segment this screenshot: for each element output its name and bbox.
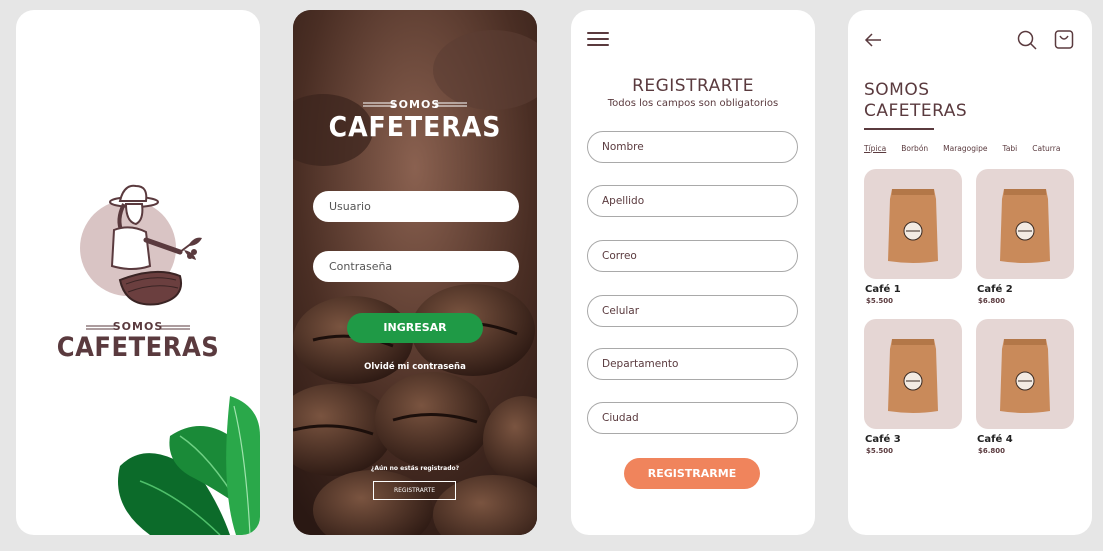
coffee-bag-image xyxy=(888,189,938,263)
product-price: $6.800 xyxy=(978,447,1006,455)
product-card[interactable] xyxy=(976,319,1074,429)
product-name: Café 4 xyxy=(977,434,1013,445)
catalog-title-line2: CAFETERAS xyxy=(864,101,968,121)
login-button[interactable]: INGRESAR xyxy=(347,313,483,343)
title-underline xyxy=(864,128,934,130)
forgot-password-link[interactable]: Olvidé mi contraseña xyxy=(293,362,537,372)
catalog-title: SOMOS CAFETERAS xyxy=(864,80,967,122)
departamento-field[interactable]: Departamento xyxy=(587,348,798,380)
hamburger-menu-icon[interactable] xyxy=(587,32,609,48)
tab-tipica[interactable]: Típica xyxy=(864,144,886,153)
coffee-bag-image xyxy=(888,339,938,413)
product-name: Café 1 xyxy=(865,284,901,295)
product-card[interactable] xyxy=(976,169,1074,279)
shopping-bag-icon[interactable] xyxy=(1054,28,1074,50)
product-price: $5.500 xyxy=(866,447,894,455)
username-input[interactable]: Usuario xyxy=(313,191,519,222)
product-card[interactable] xyxy=(864,169,962,279)
celular-field[interactable]: Celular xyxy=(587,295,798,327)
coffee-farmer-illustration xyxy=(80,184,202,306)
tab-maragogipe[interactable]: Maragogipe xyxy=(943,144,987,153)
product-card[interactable] xyxy=(864,319,962,429)
not-registered-text: ¿Aún no estás registrado? xyxy=(370,465,460,472)
splash-screen: SOMOS CAFETERAS xyxy=(16,10,260,535)
apellido-field[interactable]: Apellido xyxy=(587,185,798,217)
product-price: $5.500 xyxy=(866,297,894,305)
product-name: Café 3 xyxy=(865,434,901,445)
register-subtitle: Todos los campos son obligatorios xyxy=(607,98,779,109)
brand-deco-lines xyxy=(363,102,467,107)
coffee-bag-image xyxy=(1000,339,1050,413)
category-tabs: Típica Borbón Maragogipe Tabi Caturra xyxy=(864,144,1075,153)
leaf-decoration xyxy=(118,396,260,535)
back-arrow-icon[interactable] xyxy=(864,32,882,48)
coffee-bag-image xyxy=(1000,189,1050,263)
register-link-button[interactable]: REGISTRARTE xyxy=(373,481,456,500)
register-screen: REGISTRARTE Todos los campos son obligat… xyxy=(571,10,815,535)
register-submit-button[interactable]: REGISTRARME xyxy=(624,458,760,489)
password-input[interactable]: Contraseña xyxy=(313,251,519,282)
tab-tabi[interactable]: Tabi xyxy=(1002,144,1017,153)
catalog-screen: SOMOS CAFETERAS Típica Borbón Maragogipe… xyxy=(848,10,1092,535)
nombre-field[interactable]: Nombre xyxy=(587,131,798,163)
search-icon[interactable] xyxy=(1017,30,1037,50)
login-brand-big: CAFETERAS xyxy=(328,110,502,143)
login-screen: SOMOS CAFETERAS Usuario Contraseña INGRE… xyxy=(293,10,537,535)
catalog-title-line1: SOMOS xyxy=(864,80,930,100)
product-price: $6.800 xyxy=(978,297,1006,305)
tab-borbon[interactable]: Borbón xyxy=(901,144,928,153)
splash-brand-big: CAFETERAS xyxy=(56,332,220,363)
brand-deco-lines xyxy=(86,325,190,330)
correo-field[interactable]: Correo xyxy=(587,240,798,272)
ciudad-field[interactable]: Ciudad xyxy=(587,402,798,434)
product-name: Café 2 xyxy=(977,284,1013,295)
tab-caturra[interactable]: Caturra xyxy=(1032,144,1060,153)
register-title: REGISTRARTE xyxy=(632,76,754,96)
